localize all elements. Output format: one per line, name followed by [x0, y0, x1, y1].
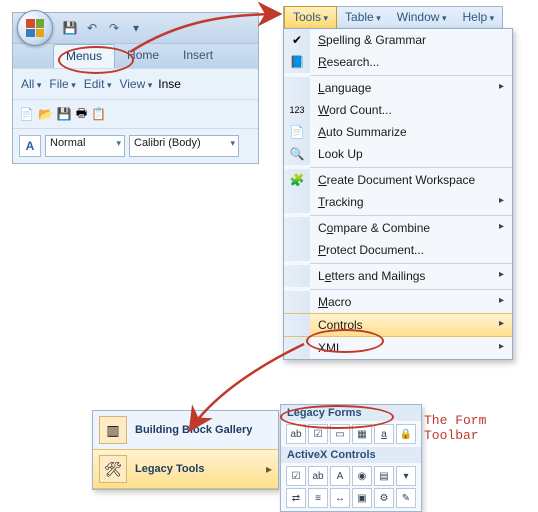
menuitem-word-count[interactable]: 123Word Count...	[284, 99, 512, 121]
menu-view[interactable]: View	[117, 77, 154, 91]
menuitem-spelling[interactable]: ✔SSpelling & Grammarpelling & Grammar	[284, 29, 512, 51]
legacy-tools-panel: Legacy Forms ab ☑ ▭ ▦ a 🔒 ActiveX Contro…	[280, 404, 422, 512]
gallery-building-block[interactable]: ▥ Building Block Gallery	[93, 411, 278, 449]
legacy-forms-row: ab ☑ ▭ ▦ a 🔒	[281, 421, 421, 447]
new-doc-icon[interactable]: 📄	[19, 107, 34, 121]
ax-checkbox-icon[interactable]: ☑	[286, 466, 306, 486]
ribbon-fragment: 💾 ↶ ↷ ▾ Menus Home Insert All File Edit …	[12, 12, 259, 164]
combo-icon[interactable]: ▭	[330, 424, 350, 444]
lookup-icon: 🔍	[284, 143, 310, 165]
controls-gallery: ▥ Building Block Gallery 🛠 Legacy Tools	[92, 410, 279, 490]
classic-menu-bar: Tools Table Window Help	[283, 6, 503, 29]
style-icon[interactable]: A	[19, 135, 41, 157]
menuitem-letters[interactable]: Letters and Mailings	[284, 265, 512, 287]
gallery-legacy-tools[interactable]: 🛠 Legacy Tools	[93, 449, 278, 489]
qat-dropdown-icon[interactable]: ▾	[126, 18, 146, 38]
menuitem-xml[interactable]: XML	[284, 337, 512, 359]
ribbon-tabs: Menus Home Insert	[13, 43, 258, 68]
shading-icon[interactable]: a	[374, 424, 394, 444]
ribbon-group-menus: All File Edit View Inse	[13, 68, 258, 99]
menu-tools[interactable]: Tools	[284, 6, 337, 30]
activex-row: ☑ ab A ◉ ▤ ▾ ⇄ ≡ ↔ ▣ ⚙ ✎	[281, 463, 421, 511]
menuitem-protect[interactable]: Protect Document...	[284, 239, 512, 261]
save-icon[interactable]: 💾	[60, 18, 80, 38]
ax-scroll-icon[interactable]: ↔	[330, 488, 350, 508]
annotation-caption: The Form Toolbar	[424, 413, 538, 443]
menu-file[interactable]: File	[47, 77, 77, 91]
checkbox-icon[interactable]: ☑	[308, 424, 328, 444]
tab-insert[interactable]: Insert	[171, 44, 225, 68]
ax-more-icon[interactable]: ⚙	[374, 488, 394, 508]
quick-access-toolbar: 💾 ↶ ↷ ▾	[13, 13, 258, 43]
ax-option-icon[interactable]: ◉	[352, 466, 372, 486]
menu-all[interactable]: All	[19, 77, 43, 91]
save-small-icon[interactable]: 💾	[57, 107, 72, 121]
workspace-icon: 🧩	[284, 169, 310, 191]
menuitem-auto-summarize[interactable]: 📄Auto Summarize	[284, 121, 512, 143]
ax-image-icon[interactable]: ▣	[352, 488, 372, 508]
tools-dropdown: ✔SSpelling & Grammarpelling & Grammar 📘R…	[283, 28, 513, 360]
ax-toggle-icon[interactable]: ⇄	[286, 488, 306, 508]
print-icon[interactable]: 🖶	[76, 104, 87, 125]
office-logo-icon	[26, 19, 44, 37]
ax-spin-icon[interactable]: ≡	[308, 488, 328, 508]
ax-list-icon[interactable]: ▤	[374, 466, 394, 486]
ribbon-style-row: A Normal Calibri (Body)	[13, 128, 258, 163]
style-selector[interactable]: Normal	[45, 135, 125, 157]
tab-home[interactable]: Home	[115, 44, 171, 68]
activex-header: ActiveX Controls	[281, 447, 421, 463]
menuitem-look-up[interactable]: 🔍Look Up	[284, 143, 512, 165]
text-field-icon[interactable]: ab	[286, 424, 306, 444]
legacy-tools-icon: 🛠	[99, 455, 127, 483]
menu-help[interactable]: Help	[454, 7, 502, 29]
ax-label-icon[interactable]: A	[330, 466, 350, 486]
menuitem-research[interactable]: 📘Research...	[284, 51, 512, 73]
tab-menus[interactable]: Menus	[53, 44, 115, 68]
menuitem-language[interactable]: Language	[284, 77, 512, 99]
spellcheck-icon: ✔	[284, 29, 310, 51]
menu-insert-cut[interactable]: Inse	[158, 77, 181, 91]
ax-combo-icon[interactable]: ▾	[396, 466, 416, 486]
wordcount-icon: 123	[284, 99, 310, 121]
menu-window[interactable]: Window	[389, 7, 455, 29]
menuitem-compare[interactable]: Compare & Combine	[284, 217, 512, 239]
menu-table[interactable]: Table	[337, 7, 389, 29]
frame-icon[interactable]: ▦	[352, 424, 372, 444]
menuitem-tracking[interactable]: Tracking	[284, 191, 512, 213]
summarize-icon: 📄	[284, 121, 310, 143]
legacy-forms-header: Legacy Forms	[281, 405, 421, 421]
lock-icon[interactable]: 🔒	[396, 424, 416, 444]
menu-edit[interactable]: Edit	[82, 77, 114, 91]
building-block-icon: ▥	[99, 416, 127, 444]
open-icon[interactable]: 📂	[38, 107, 53, 121]
font-selector[interactable]: Calibri (Body)	[129, 135, 239, 157]
redo-icon[interactable]: ↷	[104, 18, 124, 38]
format-painter-icon[interactable]: 📋	[91, 107, 106, 121]
office-button[interactable]	[17, 10, 53, 46]
ax-textbox-icon[interactable]: ab	[308, 466, 328, 486]
menuitem-controls[interactable]: Controls	[284, 313, 512, 337]
menuitem-create-workspace[interactable]: 🧩Create Document Workspace	[284, 169, 512, 191]
ribbon-toolbar-row: 📄 📂 💾 🖶 📋	[13, 99, 258, 128]
undo-icon[interactable]: ↶	[82, 18, 102, 38]
research-icon: 📘	[284, 51, 310, 73]
menuitem-macro[interactable]: Macro	[284, 291, 512, 313]
ax-hammer-icon[interactable]: ✎	[396, 488, 416, 508]
